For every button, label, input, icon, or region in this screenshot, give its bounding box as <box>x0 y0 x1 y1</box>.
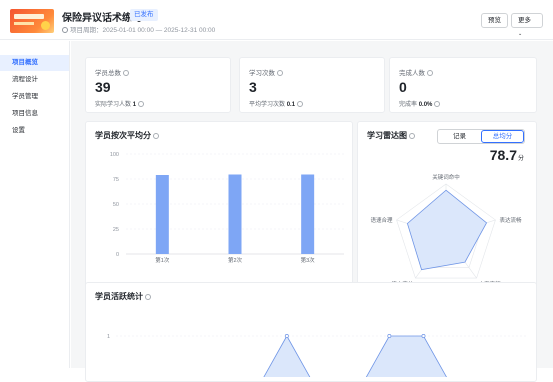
sidebar-item-overview[interactable]: 项目概览 <box>0 55 69 71</box>
bar <box>301 174 315 254</box>
page-header: 保险异议话术练习 已发布 项目周期：2025-01-01 00:00 — 202… <box>0 0 553 40</box>
stat-label: 学习次数 <box>249 70 275 77</box>
y-tick-label: 50 <box>113 202 119 208</box>
activity-card: 学员活跃统计 1 <box>85 282 537 382</box>
sidebar-item-settings[interactable]: 设置 <box>0 123 69 139</box>
stat-sub-value: 0.1 <box>286 102 296 108</box>
stat-value: 0 <box>399 79 407 95</box>
activity-area <box>263 336 447 377</box>
help-icon[interactable] <box>297 101 304 107</box>
bar <box>155 175 169 254</box>
stat-sub-value: 0.0% <box>418 102 433 108</box>
stat-value: 3 <box>249 79 257 95</box>
stat-card-study-count: 学习次数 3 平均学习次数 0.1 <box>239 57 385 113</box>
project-period: 项目周期：2025-01-01 00:00 — 2025-12-31 00:00 <box>62 24 215 34</box>
y-tick-label: 25 <box>113 227 119 233</box>
activity-title: 学员活跃统计 <box>95 292 143 301</box>
stat-sub-label: 实际学习人数 <box>95 102 132 108</box>
stat-sub-label: 平均学习次数 <box>249 102 286 108</box>
radar-title: 学习雷达图 <box>367 131 407 140</box>
more-button[interactable]: 更多 ⌄ <box>511 13 543 37</box>
radar-series-area <box>406 189 488 271</box>
sidebar-item-project-info[interactable]: 项目信息 <box>0 106 69 122</box>
tab-avg-score[interactable]: 总均分 <box>481 130 524 143</box>
y-tick-label: 75 <box>113 177 119 183</box>
y-tick-label: 100 <box>110 152 119 158</box>
project-period-text: 项目周期：2025-01-01 00:00 — 2025-12-31 00:00 <box>70 27 216 34</box>
stat-sub-value: 1 <box>132 102 137 108</box>
sidebar-item-learners[interactable]: 学员管理 <box>0 89 69 105</box>
help-icon[interactable] <box>409 133 415 139</box>
stat-sub-label: 完成率 <box>399 102 418 108</box>
stat-label: 学员总数 <box>95 70 121 77</box>
radar-score-value: 78.7 <box>489 147 517 163</box>
y-tick-label: 1 <box>107 334 110 340</box>
chevron-down-icon: ⌄ <box>518 31 523 37</box>
stat-card-total-learners: 学员总数 39 实际学习人数 1 <box>85 57 231 113</box>
more-button-label: 更多 <box>518 17 531 24</box>
tab-record[interactable]: 记录 <box>438 130 481 143</box>
radar-axis-label: 语速合理 <box>371 216 394 224</box>
avg-score-card: 学员按次平均分 0 25 50 75 100 第1次 第2次 第3次 <box>85 121 353 307</box>
help-icon[interactable] <box>277 70 283 76</box>
radar-score-unit: 分 <box>517 156 524 162</box>
activity-point <box>421 334 426 338</box>
radar-axis-label: 表达流畅 <box>499 216 522 224</box>
bar <box>228 174 242 254</box>
main-content: 学员总数 39 实际学习人数 1 学习次数 3 平均学习次数 0.1 完成人数 … <box>71 41 553 382</box>
activity-point <box>284 334 289 338</box>
radar-total-score: 78.7分 <box>490 147 524 163</box>
sidebar-item-flow-design[interactable]: 流程设计 <box>0 72 69 88</box>
help-icon[interactable] <box>138 101 145 107</box>
help-icon[interactable] <box>145 294 151 300</box>
radar-axis-label: 关键词命中 <box>432 174 460 181</box>
help-icon[interactable] <box>434 101 441 107</box>
activity-line <box>263 335 447 377</box>
preview-button-label: 预览 <box>488 17 501 24</box>
radar-card: 学习雷达图 记录 总均分 78.7分 关键词命中表达流畅内容完整语言完美语速合理 <box>357 121 537 307</box>
stat-card-completed: 完成人数 0 完成率 0.0% <box>389 57 537 113</box>
clock-icon <box>62 27 68 33</box>
stat-label: 完成人数 <box>399 70 425 77</box>
project-cover-image <box>10 9 54 33</box>
activity-point <box>387 334 392 338</box>
preview-button[interactable]: 预览 <box>481 13 508 28</box>
y-tick-label: 0 <box>116 252 119 258</box>
avg-score-title: 学员按次平均分 <box>95 131 151 140</box>
help-icon[interactable] <box>427 70 433 76</box>
x-tick-label: 第1次 <box>155 256 170 264</box>
help-icon[interactable] <box>153 133 159 139</box>
radar-tab-group: 记录 总均分 <box>437 129 525 144</box>
sidebar: 项目概览 流程设计 学员管理 项目信息 设置 <box>0 41 70 368</box>
help-icon[interactable] <box>123 70 129 76</box>
stat-value: 39 <box>95 79 111 95</box>
status-badge: 已发布 <box>130 9 158 21</box>
activity-area-chart: 1 <box>107 334 526 377</box>
x-tick-label: 第2次 <box>228 256 243 264</box>
x-tick-label: 第3次 <box>301 256 316 264</box>
